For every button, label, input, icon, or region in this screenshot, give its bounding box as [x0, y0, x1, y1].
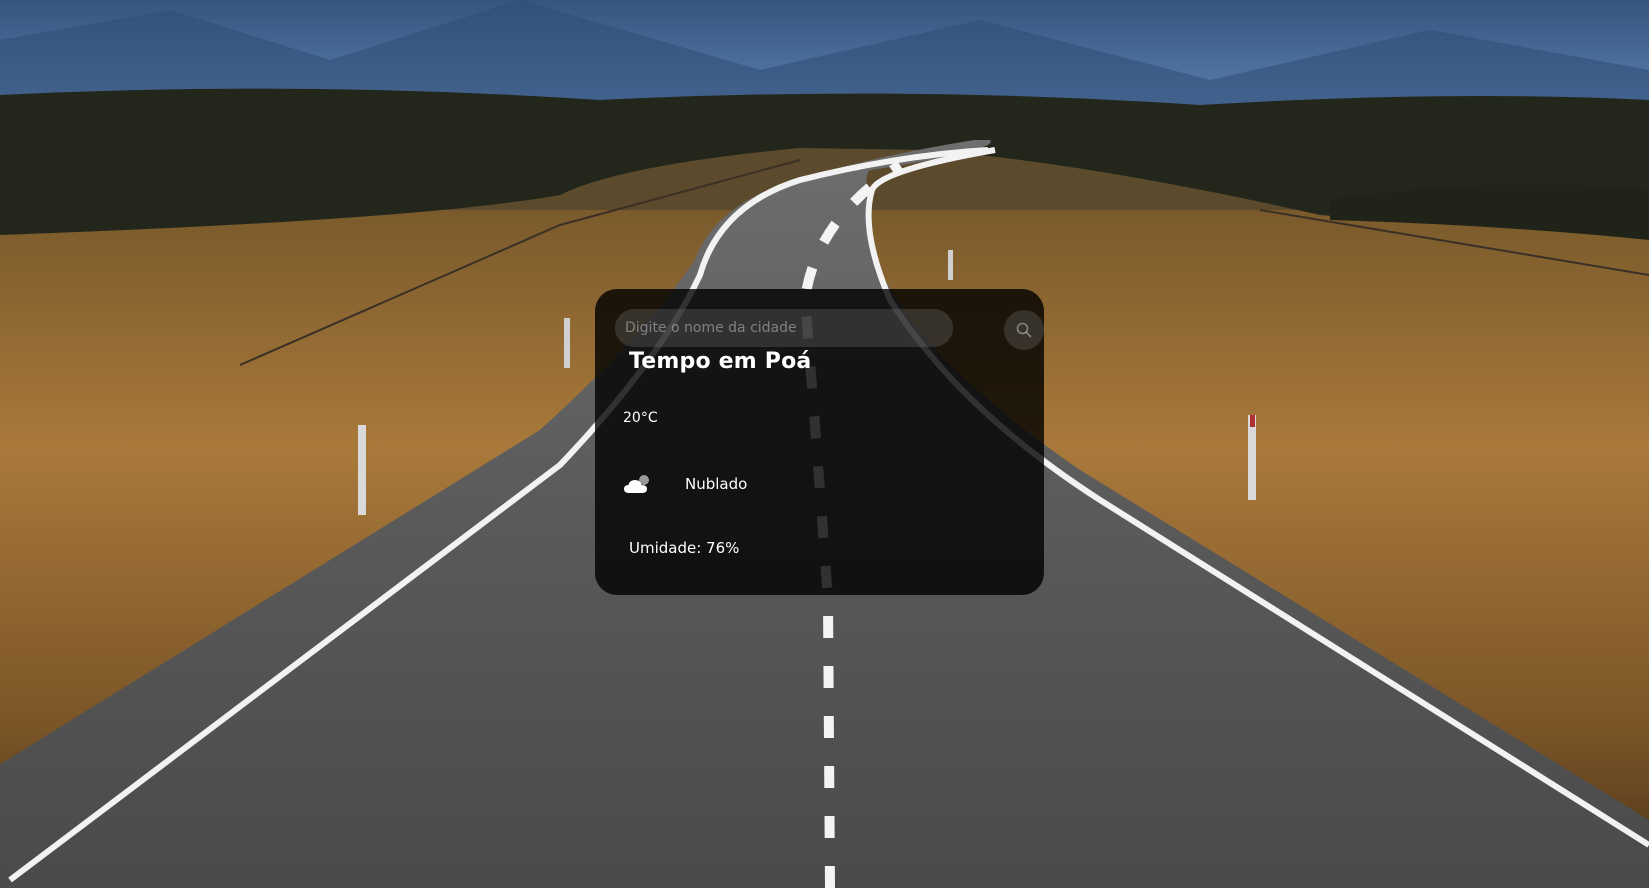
weather-app: Tempo em Poá 20°C Nublado Umidade: 76% [0, 0, 1649, 888]
condition-text: Nublado [685, 475, 748, 493]
cloud-icon [624, 475, 649, 493]
condition-row: Nublado [623, 472, 747, 496]
city-title: Tempo em Poá [629, 349, 812, 374]
weather-card: Tempo em Poá 20°C Nublado Umidade: 76% [595, 289, 1044, 595]
humidity: Umidade: 76% [629, 539, 740, 557]
search-icon [1016, 322, 1032, 338]
search-bar [615, 309, 1044, 350]
city-search-input[interactable] [615, 309, 953, 347]
search-button[interactable] [1004, 310, 1044, 350]
temperature: 20°C [623, 410, 658, 426]
